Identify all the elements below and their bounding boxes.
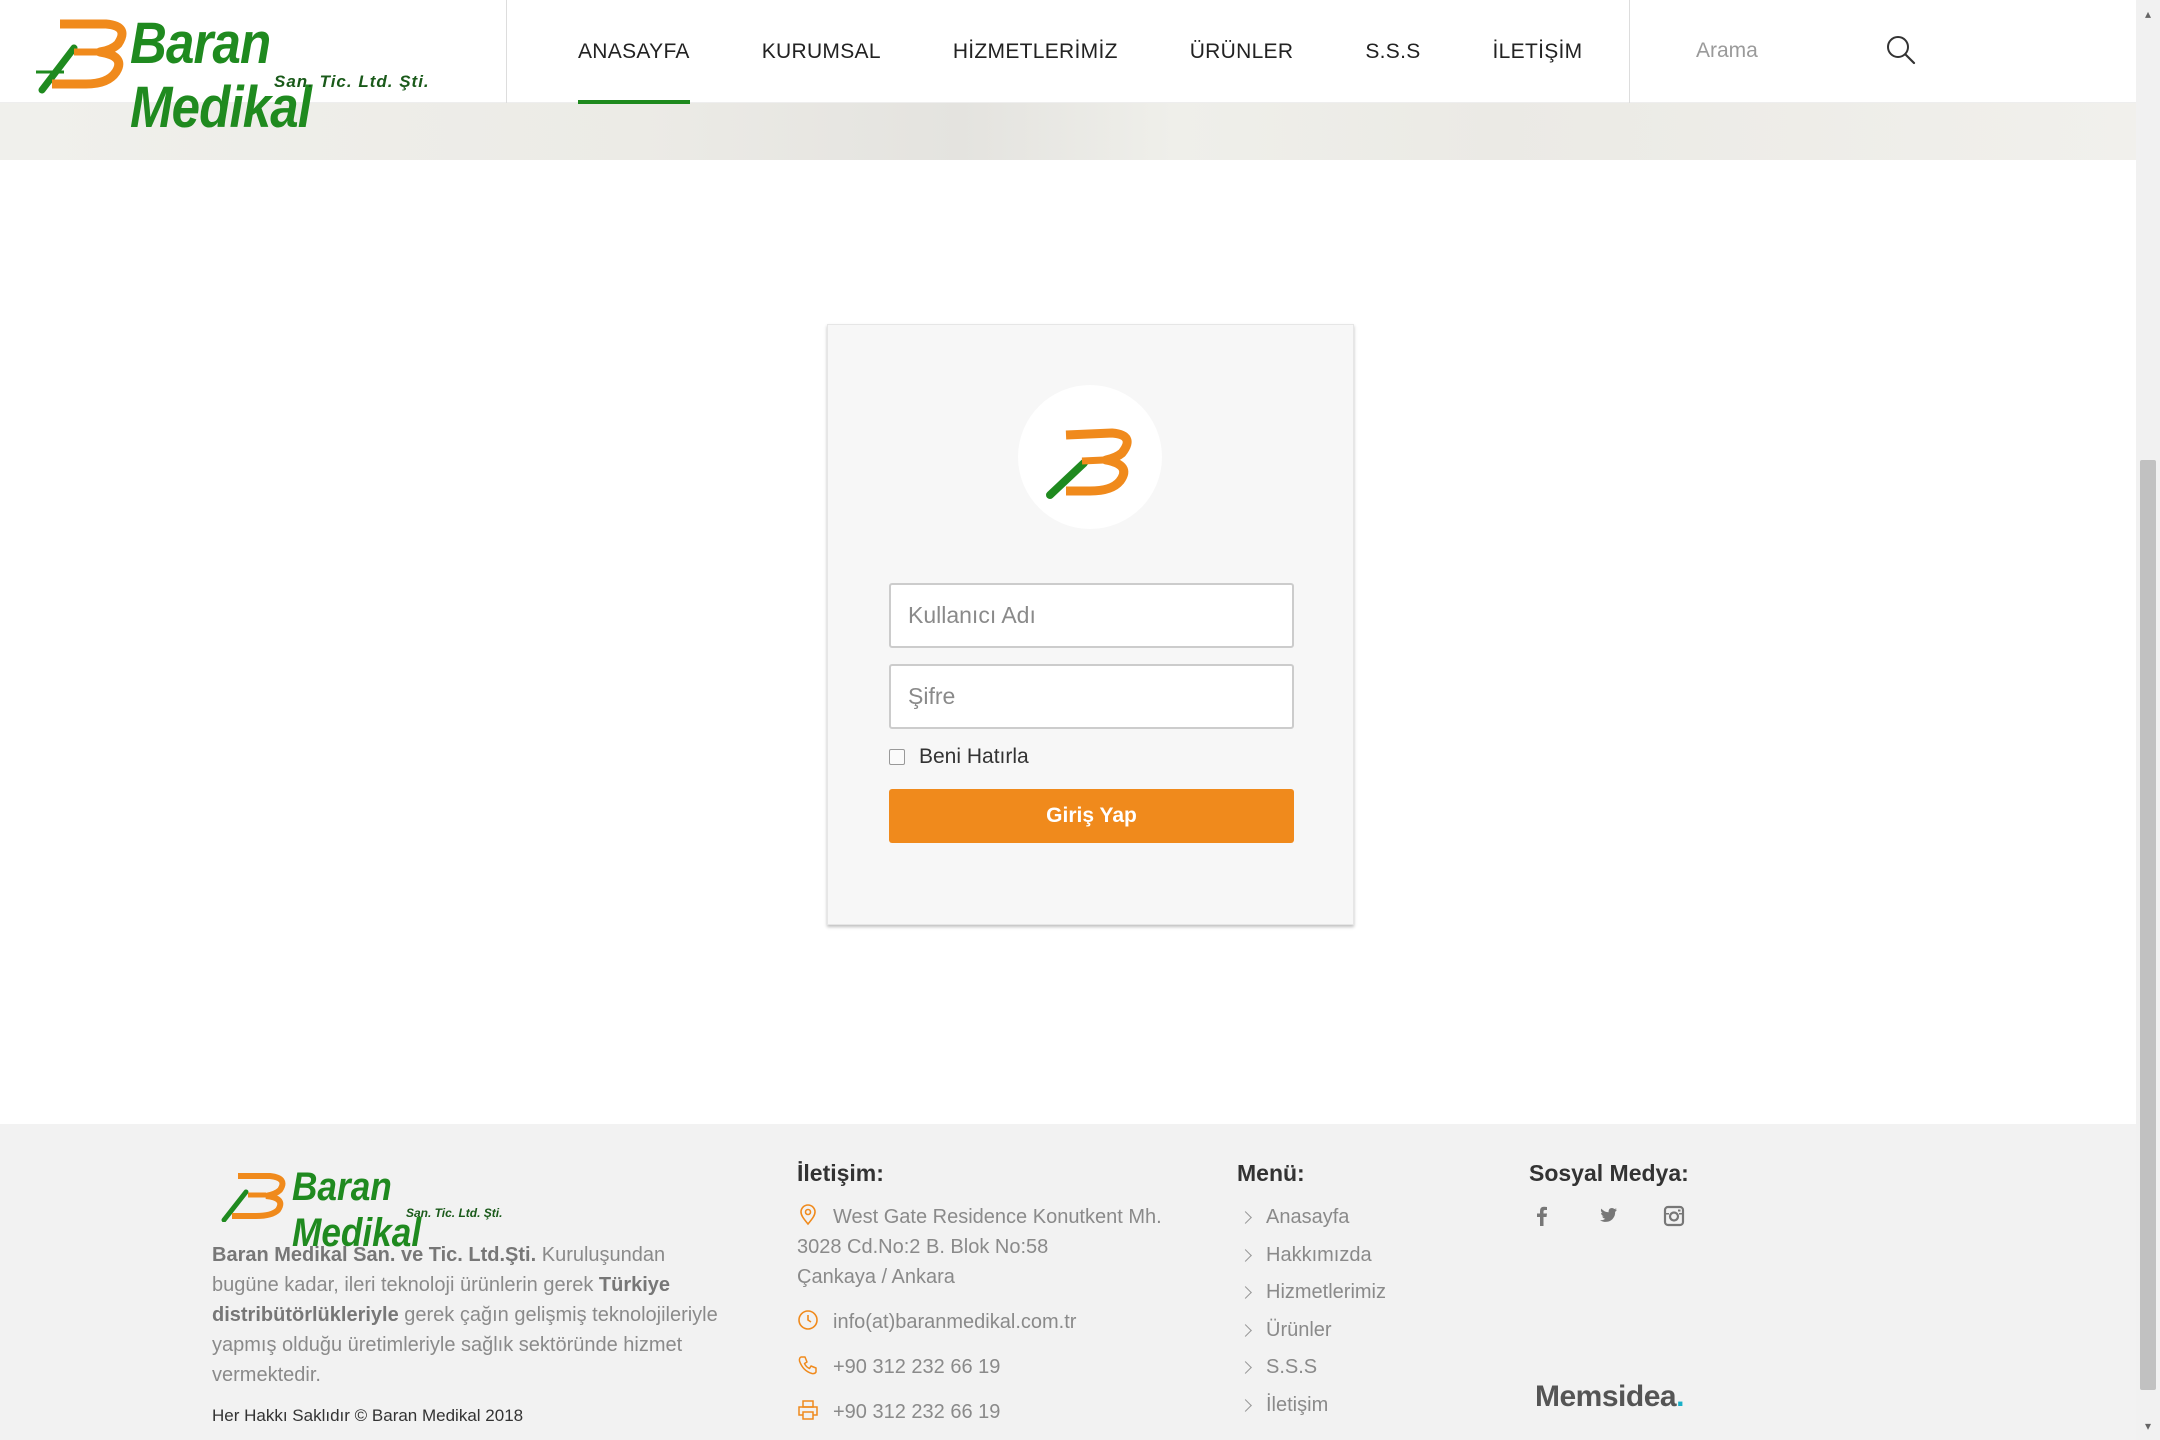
footer-menu-anasayfa[interactable]: Anasayfa [1237,1202,1386,1240]
contact-fax: +90 312 232 66 19 [797,1397,1000,1427]
remember-label: Beni Hatırla [919,745,1029,768]
nav-item-hizmetlerimiz[interactable]: HİZMETLERİMİZ [953,0,1118,103]
contact-phone[interactable]: +90 312 232 66 19 [797,1352,1000,1382]
login-avatar [1018,385,1162,529]
printer-icon [798,1400,818,1420]
phone-icon [798,1356,817,1375]
logo-mark-icon [1046,428,1132,499]
address-line-1: West Gate Residence Konutkent Mh. [833,1206,1162,1228]
footer-menu-hizmetlerimiz[interactable]: Hizmetlerimiz [1237,1277,1386,1315]
page-scrollbar[interactable]: ▴ ▾ [2136,0,2160,1440]
footer-menu-urunler[interactable]: Ürünler [1237,1315,1386,1353]
footer-menu-sss[interactable]: S.S.S [1237,1352,1386,1390]
footer-menu: Anasayfa Hakkımızda Hizmetlerimiz Ürünle… [1237,1202,1386,1428]
footer-brand-subtitle: San. Tic. Ltd. Şti. [406,1206,503,1220]
search-input[interactable] [1630,39,1910,63]
clock-icon [798,1310,818,1330]
logo-mark-icon [36,19,127,94]
footer-logo[interactable]: Baran Medikal San. Tic. Ltd. Şti. [220,1164,550,1255]
menu-heading: Menü: [1237,1160,1305,1186]
memsidea-name: Memsidea [1535,1380,1677,1413]
contact-address: West Gate Residence Konutkent Mh. [797,1202,1162,1232]
memsidea-dot: . [1676,1380,1684,1413]
remember-checkbox[interactable] [889,749,905,765]
phone-text: +90 312 232 66 19 [833,1356,1001,1378]
footer-copyright: Her Hakkı Saklıdır © Baran Medikal 2018 [212,1406,524,1425]
contact-email[interactable]: info(at)baranmedikal.com.tr [797,1307,1076,1337]
nav-item-iletisim[interactable]: İLETİŞİM [1493,0,1583,103]
search-icon[interactable] [1885,34,1917,66]
memsidea-credit[interactable]: Memsidea. [1535,1380,1684,1414]
address-line-2: 3028 Cd.No:2 B. Blok No:58 [797,1236,1049,1258]
fax-text: +90 312 232 66 19 [833,1401,1001,1423]
scroll-down-icon[interactable]: ▾ [2142,1420,2154,1432]
remember-me[interactable]: Beni Hatırla [889,745,1029,769]
footer-logo-mark-icon [221,1173,286,1222]
login-card: Beni Hatırla Giriş Yap [827,324,1354,925]
twitter-icon[interactable] [1595,1204,1619,1228]
nav-item-sss[interactable]: S.S.S [1365,0,1420,103]
contact-heading: İletişim: [797,1160,884,1186]
email-text: info(at)baranmedikal.com.tr [833,1311,1077,1333]
site-header: Baran Medikal San. Tic. Ltd. Şti. ANASAY… [0,0,2136,140]
main-nav: ANASAYFA KURUMSAL HİZMETLERİMİZ ÜRÜNLER … [578,0,1654,104]
about-company: Baran Medikal San. ve Tic. Ltd.Şti. [212,1244,537,1266]
brand-subtitle: San. Tic. Ltd. Şti. [274,72,430,91]
brand-logo[interactable]: Baran Medikal San. Tic. Ltd. Şti. [34,10,454,140]
username-field[interactable] [889,583,1294,648]
address-line-3: Çankaya / Ankara [797,1266,955,1288]
scroll-thumb[interactable] [2140,460,2156,1390]
header-divider-left [506,0,507,103]
map-pin-icon [800,1204,816,1226]
contact-address-2: 3028 Cd.No:2 B. Blok No:58 Çankaya / Ank… [797,1232,1048,1292]
scroll-up-icon[interactable]: ▴ [2142,8,2154,20]
social-heading: Sosyal Medya: [1529,1160,1689,1186]
search-box [1630,28,1930,74]
nav-item-urunler[interactable]: ÜRÜNLER [1190,0,1294,103]
login-button[interactable]: Giriş Yap [889,789,1294,843]
facebook-icon[interactable] [1530,1204,1554,1228]
footer-about-text: Baran Medikal San. ve Tic. Ltd.Şti. Kuru… [212,1240,732,1390]
nav-item-anasayfa[interactable]: ANASAYFA [578,0,690,104]
footer-menu-iletisim[interactable]: İletişim [1237,1390,1386,1428]
instagram-icon[interactable] [1662,1204,1686,1228]
nav-item-kurumsal[interactable]: KURUMSAL [762,0,881,103]
password-field[interactable] [889,664,1294,729]
footer-menu-hakkimizda[interactable]: Hakkımızda [1237,1240,1386,1278]
